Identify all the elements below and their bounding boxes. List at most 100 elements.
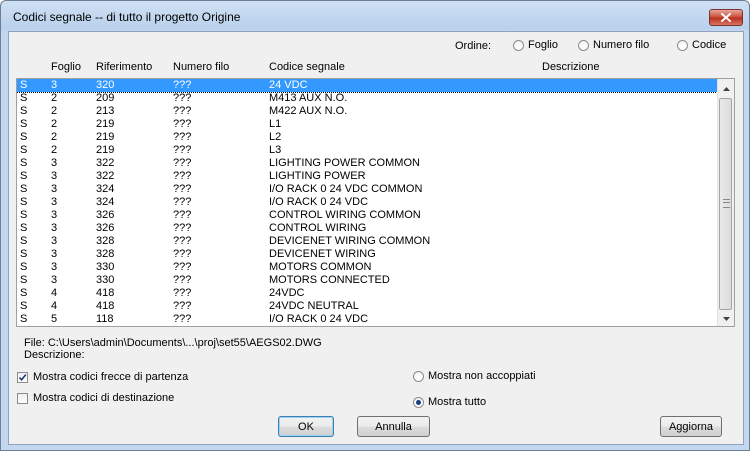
annulla-button[interactable]: Annulla <box>357 416 430 437</box>
title-bar[interactable]: Codici segnale -- di tutto il progetto O… <box>1 1 749 31</box>
column-header-descrizione[interactable]: Descrizione <box>542 61 599 73</box>
dialog-client-area: Ordine: Foglio Numero filo Codice Foglio… <box>8 31 744 445</box>
file-path: File: C:\Users\admin\Documents\...\proj\… <box>24 337 322 349</box>
list-row[interactable]: S 2 219??? L1 <box>17 118 721 131</box>
radio-ordine-numero-filo[interactable]: Numero filo <box>578 39 649 51</box>
cell-s: S <box>20 261 28 273</box>
cell-s: S <box>20 157 28 169</box>
cell-s: S <box>20 92 28 104</box>
list-row[interactable]: S 3 330??? MOTORS COMMON <box>17 261 721 274</box>
cell-codice-segnale: L3 <box>269 144 282 156</box>
scroll-thumb[interactable] <box>719 98 732 310</box>
radio-mostra-non-accoppiati[interactable]: Mostra non accoppiati <box>413 370 536 382</box>
ok-button[interactable]: OK <box>278 416 334 437</box>
cell-riferimento: 326 <box>96 222 115 234</box>
list-row[interactable]: S 2 219??? L2 <box>17 131 721 144</box>
list-row[interactable]: S 3 328??? DEVICENET WIRING <box>17 248 721 261</box>
list-row[interactable]: S 5 118??? I/O RACK 0 24 VDC <box>17 313 721 326</box>
vertical-scrollbar[interactable] <box>717 79 734 326</box>
list-row[interactable]: S 3 320??? 24 VDC <box>17 79 722 93</box>
list-row[interactable]: S 3 322??? LIGHTING POWER <box>17 170 721 183</box>
cell-s: S <box>20 300 28 312</box>
radio-label: Codice <box>692 39 727 51</box>
cell-codice-segnale: LIGHTING POWER <box>269 170 366 182</box>
dialog-window: Codici segnale -- di tutto il progetto O… <box>0 0 750 451</box>
cell-foglio: 3 <box>51 79 58 91</box>
radio-circle <box>578 39 589 51</box>
cell-foglio: 3 <box>51 248 58 260</box>
close-button[interactable] <box>709 9 743 26</box>
signal-code-list[interactable]: S 5 118??? I/O RACK 0 24 VDC S 4 418??? 24VDC N… <box>16 78 735 327</box>
radio-circle <box>513 39 524 51</box>
cell-codice-segnale: CONTROL WIRING <box>269 222 367 234</box>
cell-numero-filo: ??? <box>173 183 192 195</box>
list-row[interactable]: S 3 328??? DEVICENET WIRING COMMON <box>17 235 721 248</box>
cell-riferimento: 322 <box>96 157 115 169</box>
list-row[interactable]: S 3 322??? LIGHTING POWER COMMON <box>17 157 721 170</box>
radio-mostra-tutto[interactable]: Mostra tutto <box>413 396 486 408</box>
scroll-down-button[interactable] <box>718 310 734 326</box>
column-header-codice-segnale[interactable]: Codice segnale <box>269 61 345 73</box>
cell-numero-filo: ??? <box>173 170 192 182</box>
column-header-riferimento[interactable]: Riferimento <box>96 61 152 73</box>
scroll-grip-icon <box>723 199 730 208</box>
close-icon <box>721 13 731 22</box>
cell-foglio: 3 <box>51 209 58 221</box>
cell-numero-filo: ??? <box>173 287 192 299</box>
checkbox-mostra-frecce-partenza[interactable]: Mostra codici frecce di partenza <box>17 371 188 383</box>
cell-numero-filo: ??? <box>173 300 192 312</box>
scroll-up-arrow-icon <box>722 82 730 94</box>
list-row[interactable]: S 3 326??? CONTROL WIRING COMMON <box>17 209 721 222</box>
cell-codice-segnale: M422 AUX N.O. <box>269 105 348 117</box>
cell-codice-segnale: 24VDC <box>269 287 305 299</box>
radio-label: Foglio <box>528 39 558 51</box>
cell-codice-segnale: DEVICENET WIRING COMMON <box>269 235 431 247</box>
radio-label: Mostra tutto <box>428 396 487 408</box>
cell-codice-segnale: L2 <box>269 131 282 143</box>
cell-s: S <box>20 131 28 143</box>
cell-codice-segnale: L1 <box>269 118 282 130</box>
radio-ordine-codice[interactable]: Codice <box>677 39 726 51</box>
cell-riferimento: 418 <box>96 287 115 299</box>
radio-ordine-foglio[interactable]: Foglio <box>513 39 558 51</box>
cell-codice-segnale: DEVICENET WIRING <box>269 248 376 260</box>
list-row[interactable]: S 2 219??? L3 <box>17 144 721 157</box>
list-row[interactable]: S 3 326??? CONTROL WIRING <box>17 222 721 235</box>
cell-riferimento: 320 <box>96 79 115 91</box>
cell-foglio: 3 <box>51 170 58 182</box>
cell-foglio: 4 <box>51 300 58 312</box>
cell-riferimento: 209 <box>96 92 115 104</box>
radio-label: Numero filo <box>593 39 650 51</box>
radio-circle <box>677 39 688 51</box>
cell-numero-filo: ??? <box>173 92 192 104</box>
cell-foglio: 3 <box>51 196 58 208</box>
list-row[interactable]: S 2 213??? M422 AUX N.O. <box>17 105 721 118</box>
list-row[interactable]: S 3 324??? I/O RACK 0 24 VDC <box>17 196 721 209</box>
list-row[interactable]: S 4 418??? 24VDC NEUTRAL <box>17 300 721 313</box>
list-row[interactable]: S 4 418??? 24VDC <box>17 287 721 300</box>
list-row[interactable]: S 3 324??? I/O RACK 0 24 VDC COMMON <box>17 183 721 196</box>
cell-s: S <box>20 170 28 182</box>
cell-codice-segnale: 24 VDC <box>269 79 308 91</box>
cell-numero-filo: ??? <box>173 157 192 169</box>
cell-numero-filo: ??? <box>173 196 192 208</box>
cell-riferimento: 219 <box>96 131 115 143</box>
scroll-up-button[interactable] <box>718 80 734 96</box>
cell-riferimento: 418 <box>96 300 115 312</box>
radio-circle-selected <box>413 396 424 408</box>
cell-foglio: 2 <box>51 92 58 104</box>
cell-riferimento: 324 <box>96 196 115 208</box>
cell-numero-filo: ??? <box>173 235 192 247</box>
cell-foglio: 2 <box>51 118 58 130</box>
cell-codice-segnale: I/O RACK 0 24 VDC <box>269 196 369 208</box>
cell-foglio: 4 <box>51 287 58 299</box>
list-row[interactable]: S 3 330??? MOTORS CONNECTED <box>17 274 721 287</box>
list-row[interactable]: S 2 209??? M413 AUX N.O. <box>17 92 721 105</box>
column-header-foglio[interactable]: Foglio <box>51 61 81 73</box>
column-header-numero-filo[interactable]: Numero filo <box>173 61 229 73</box>
checkbox-label: Mostra codici di destinazione <box>33 392 175 404</box>
cell-numero-filo: ??? <box>173 118 192 130</box>
checkbox-mostra-codici-destinazione[interactable]: Mostra codici di destinazione <box>17 392 174 404</box>
aggiorna-button[interactable]: Aggiorna <box>660 416 722 437</box>
cell-riferimento: 328 <box>96 235 115 247</box>
